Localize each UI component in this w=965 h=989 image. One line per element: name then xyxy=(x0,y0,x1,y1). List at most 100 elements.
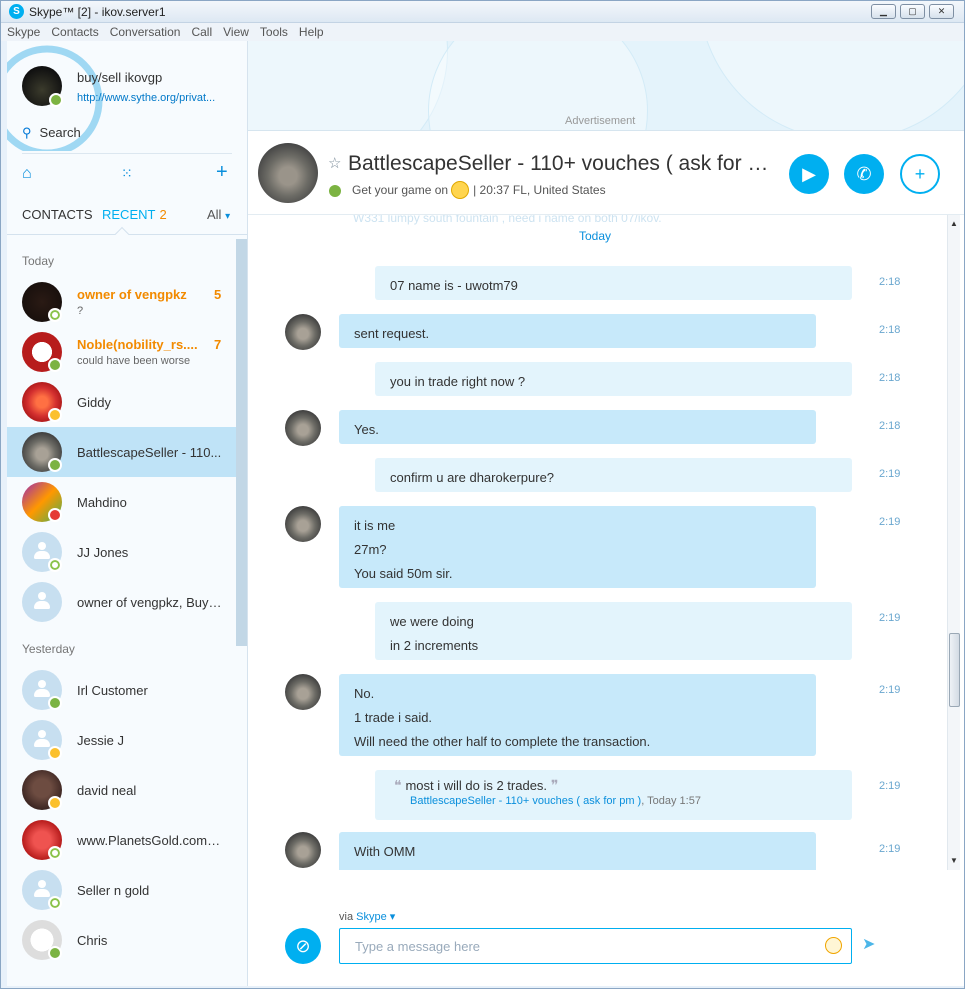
tab-contacts[interactable]: CONTACTS xyxy=(22,207,93,222)
contact-mood: Get your game on | 20:37 FL, United State… xyxy=(352,181,606,199)
scrollbar-thumb[interactable] xyxy=(949,633,960,707)
incoming-message[interactable]: Yes. xyxy=(339,410,816,444)
contact-last-message: ? xyxy=(77,305,84,317)
grin-emoticon-icon xyxy=(451,181,470,199)
menu-contacts[interactable]: Contacts xyxy=(45,23,103,39)
message-history[interactable]: W331 lumpy south fountain , need i name … xyxy=(248,215,947,870)
video-call-button[interactable]: ▶ xyxy=(789,154,829,194)
contact-avatar xyxy=(22,870,62,910)
outgoing-message[interactable]: we were doing in 2 increments xyxy=(375,602,852,660)
recent-contact-item[interactable]: Seller n gold xyxy=(7,865,236,915)
recent-contact-item[interactable]: www.PlanetsGold.com :... xyxy=(7,815,236,865)
message-line: you in trade right now ? xyxy=(390,374,526,389)
person-icon xyxy=(33,540,51,562)
contact-name: www.PlanetsGold.com :... xyxy=(77,833,222,848)
add-people-button[interactable]: + xyxy=(900,154,940,194)
outgoing-message[interactable]: confirm u are dharokerpure? xyxy=(375,458,852,492)
home-icon[interactable]: ⌂ xyxy=(22,165,32,183)
recent-contact-item[interactable]: Jessie J xyxy=(7,715,236,765)
person-head xyxy=(38,592,46,600)
send-via-selector[interactable]: via Skype ▾ xyxy=(339,910,395,923)
outgoing-message[interactable]: 07 name is - uwotm79 xyxy=(375,266,852,300)
person-body xyxy=(34,739,50,747)
contact-avatar xyxy=(22,332,62,372)
scroll-down-arrow-icon[interactable]: ▼ xyxy=(950,856,958,865)
recent-contact-item[interactable]: owner of vengpkz? 5 xyxy=(7,277,236,327)
outgoing-message[interactable]: ❝ most i will do is 2 trades. ❞ Battlesca… xyxy=(375,770,852,820)
menu-call[interactable]: Call xyxy=(185,23,217,39)
recent-contact-item[interactable]: Noble(nobility_rs.... could have been wor… xyxy=(7,327,236,377)
minimize-button[interactable]: ▁ xyxy=(871,4,896,19)
favorite-star-icon[interactable]: ☆ xyxy=(328,154,341,172)
contact-name: Noble(nobility_rs.... xyxy=(77,337,198,352)
menu-tools[interactable]: Tools xyxy=(254,23,293,39)
video-camera-icon: ▶ xyxy=(802,164,816,184)
open-quote-icon: ❝ xyxy=(394,777,406,793)
sender-avatar[interactable] xyxy=(285,410,321,446)
scroll-up-arrow-icon[interactable]: ▲ xyxy=(950,219,958,228)
my-mood-message[interactable]: http://www.sythe.org/privat... xyxy=(77,92,215,104)
contact-avatar[interactable] xyxy=(258,143,318,203)
contact-name: owner of vengpkz xyxy=(77,287,187,302)
sender-avatar[interactable] xyxy=(285,832,321,868)
chat-scrollbar[interactable]: ▲ ▼ xyxy=(947,215,960,870)
incoming-message[interactable]: With OMMI don't do more than 1 trade lik… xyxy=(339,832,816,870)
person-body xyxy=(34,551,50,559)
dialpad-icon[interactable]: ⁙ xyxy=(121,165,133,182)
message-line: 07 name is - uwotm79 xyxy=(390,278,518,293)
message-input[interactable] xyxy=(339,928,852,964)
my-avatar[interactable] xyxy=(22,66,63,107)
contact-avatar xyxy=(22,770,62,810)
sender-avatar[interactable] xyxy=(285,674,321,710)
my-display-name[interactable]: buy/sell ikovgp xyxy=(77,70,162,85)
emoticon-picker-icon[interactable] xyxy=(825,937,842,954)
filter-dropdown[interactable]: All ▾ xyxy=(207,207,230,222)
recent-contact-item[interactable]: david neal xyxy=(7,765,236,815)
recent-count-badge: 2 xyxy=(159,207,167,222)
incoming-message[interactable]: sent request. xyxy=(339,314,816,348)
quote-source: BattlescapeSeller - 110+ vouches ( ask f… xyxy=(390,795,837,807)
outgoing-message[interactable]: you in trade right now ? xyxy=(375,362,852,396)
recent-contact-item[interactable]: Chris xyxy=(7,915,236,965)
person-icon xyxy=(33,728,51,750)
contact-name: owner of vengpkz, Buyi... xyxy=(77,595,222,610)
online-status-icon xyxy=(48,358,62,372)
menu-help[interactable]: Help xyxy=(293,23,329,39)
unread-count-badge: 5 xyxy=(214,287,222,302)
close-button[interactable]: ✕ xyxy=(929,4,954,19)
recent-contact-item[interactable]: owner of vengpkz, Buyi... xyxy=(7,577,236,627)
incoming-message[interactable]: it is me 27m? You said 50m sir. xyxy=(339,506,816,588)
sidebar-scrollbar[interactable] xyxy=(236,239,247,646)
menu-view[interactable]: View xyxy=(217,23,254,39)
recent-contact-item[interactable]: Mahdino xyxy=(7,477,236,527)
incoming-message[interactable]: No. 1 trade i said. Will need the other ha… xyxy=(339,674,816,756)
sender-avatar[interactable] xyxy=(285,506,321,542)
message-timestamp: 2:19 xyxy=(879,612,901,624)
sender-avatar[interactable] xyxy=(285,314,321,350)
conversation-title[interactable]: BattlescapeSeller - 110+ vouches ( ask f… xyxy=(348,152,773,176)
conversation-header: ☆ BattlescapeSeller - 110+ vouches ( ask… xyxy=(248,131,964,215)
recent-contact-item[interactable]: BattlescapeSeller - 110... xyxy=(7,427,236,477)
maximize-button[interactable]: ▢ xyxy=(900,4,925,19)
search-button[interactable]: ⚲ Search xyxy=(22,125,81,141)
message-line: sent request. xyxy=(354,326,430,341)
audio-call-button[interactable]: ✆ xyxy=(844,154,884,194)
add-contact-icon[interactable]: + xyxy=(216,161,228,184)
divider xyxy=(22,153,232,154)
search-icon: ⚲ xyxy=(22,125,32,140)
message-timestamp: 2:19 xyxy=(879,780,901,792)
message-timestamp: 2:18 xyxy=(879,420,901,432)
message-line: With OMM xyxy=(354,844,416,859)
tab-recent[interactable]: RECENT 2 xyxy=(102,207,167,222)
send-icon[interactable]: ➤ xyxy=(862,934,875,954)
online-status-icon xyxy=(48,696,62,710)
offline-status-icon xyxy=(48,308,62,322)
menu-conversation[interactable]: Conversation xyxy=(104,23,186,39)
recent-contact-item[interactable]: JJ Jones xyxy=(7,527,236,577)
recent-contact-item[interactable]: Giddy xyxy=(7,377,236,427)
attach-button[interactable]: ⊘ xyxy=(285,928,321,964)
recent-contact-item[interactable]: Irl Customer xyxy=(7,665,236,715)
person-body xyxy=(34,889,50,897)
ad-banner[interactable]: Advertisement xyxy=(248,41,964,131)
menu-skype[interactable]: Skype xyxy=(1,23,45,39)
